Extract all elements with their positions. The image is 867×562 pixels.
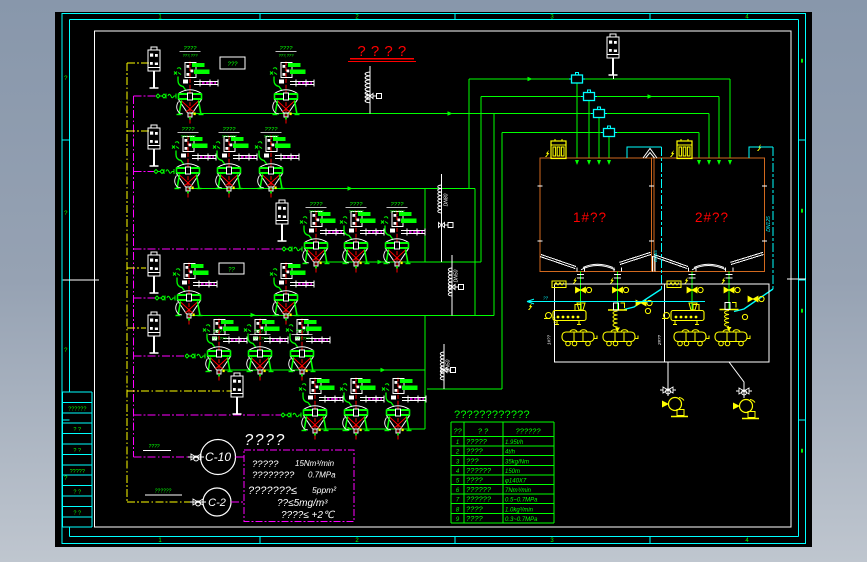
svg-text:C-2: C-2: [208, 497, 226, 509]
svg-text:??????: ??????: [515, 427, 541, 436]
svg-text:??: ??: [543, 296, 549, 301]
svg-text:150m: 150m: [505, 469, 520, 475]
svg-text:0.3~0.7MPa: 0.3~0.7MPa: [505, 517, 538, 523]
svg-text:2#??: 2#??: [657, 334, 662, 346]
svg-text:1.0kg³/min: 1.0kg³/min: [505, 507, 534, 513]
svg-text:▮: ▮: [801, 308, 804, 314]
svg-text:φ140X7: φ140X7: [505, 479, 527, 485]
svg-text:DN80: DN80: [444, 193, 450, 206]
svg-text:▮: ▮: [801, 448, 804, 454]
svg-text:?????: ?????: [252, 459, 279, 470]
svg-text:C-10: C-10: [205, 450, 231, 464]
svg-text:????????????: ????????????: [454, 409, 530, 421]
svg-text:?????: ?????: [70, 469, 85, 475]
svg-text:?????: ?????: [466, 437, 488, 446]
svg-text:? ?: ? ?: [73, 427, 81, 433]
svg-text:??????: ??????: [155, 489, 172, 495]
svg-text:??≤5mg/m³: ??≤5mg/m³: [277, 498, 328, 509]
svg-text:??: ??: [228, 268, 235, 274]
svg-text:▮: ▮: [801, 208, 804, 214]
svg-text:1#??: 1#??: [573, 210, 607, 225]
svg-text:? ? ? ?: ? ? ? ?: [357, 43, 406, 60]
svg-text:????: ????: [466, 476, 484, 485]
svg-text:? ?: ? ?: [73, 490, 81, 496]
svg-text:DN50: DN50: [446, 359, 452, 372]
svg-text:????: ????: [466, 504, 484, 513]
svg-text:????: ????: [148, 444, 159, 450]
svg-text:????: ????: [244, 432, 286, 449]
svg-text:1#??: 1#??: [547, 334, 552, 345]
svg-text:??: ??: [453, 427, 462, 436]
svg-text:1#?: 1#?: [552, 316, 557, 323]
svg-text:????: ????: [466, 447, 484, 456]
svg-text:35kg/Nm: 35kg/Nm: [505, 459, 529, 465]
svg-text:??????: ??????: [466, 485, 492, 494]
svg-text:15Nm³/min: 15Nm³/min: [295, 459, 335, 468]
svg-text:???: ???: [227, 62, 238, 68]
svg-text:4t/h: 4t/h: [505, 450, 516, 456]
svg-text:? ?: ? ?: [73, 510, 81, 516]
svg-text:2: 2: [455, 450, 460, 456]
svg-text:???: ???: [466, 456, 479, 465]
svg-text:??????: ??????: [466, 466, 492, 475]
svg-text:????: ????: [466, 514, 484, 523]
svg-text:DN50: DN50: [454, 269, 460, 282]
svg-text:???????≤: ???????≤: [248, 485, 297, 497]
svg-text:DN125: DN125: [766, 216, 772, 232]
svg-text:0.7MPa: 0.7MPa: [308, 471, 336, 480]
svg-text:????????: ????????: [252, 470, 295, 481]
svg-text:7Nm³/min: 7Nm³/min: [505, 488, 532, 494]
svg-text:0.5~0.7MPa: 0.5~0.7MPa: [505, 498, 538, 504]
svg-text:? ?: ? ?: [478, 427, 489, 436]
svg-text:? ?: ? ?: [73, 448, 81, 454]
svg-text:2#??: 2#??: [695, 210, 729, 225]
svg-text:5ppm²: 5ppm²: [312, 485, 337, 495]
svg-text:??????: ??????: [68, 406, 86, 412]
svg-text:▮: ▮: [801, 58, 804, 64]
svg-text:DN65: DN65: [653, 250, 658, 262]
svg-text:1.95t/h: 1.95t/h: [505, 440, 524, 446]
svg-text:????≤ +2℃: ????≤ +2℃: [281, 510, 336, 521]
svg-text:??????: ??????: [466, 495, 492, 504]
svg-text:1: 1: [456, 440, 459, 446]
